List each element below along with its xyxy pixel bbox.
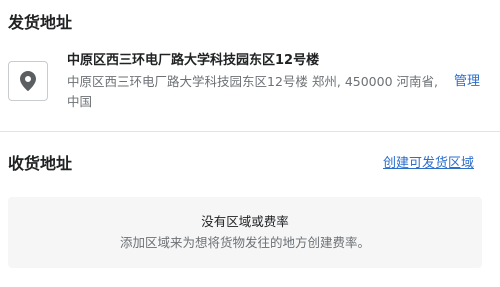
- location-pin-icon: [20, 71, 36, 91]
- origin-address-detail: 中原区西三环电厂路大学科技园东区12号楼 郑州, 450000 河南省, 中国: [67, 74, 438, 109]
- origin-section-title: 发货地址: [8, 13, 73, 32]
- destinations-section-title: 收货地址: [8, 154, 73, 173]
- location-pin-box: [8, 61, 48, 101]
- origin-address-name: 中原区西三环电厂路大学科技园东区12号楼: [67, 53, 320, 68]
- empty-state-description: 添加区域来为想将货物发往的地方创建费率。: [119, 235, 370, 250]
- manage-address-link[interactable]: 管理: [454, 73, 480, 91]
- empty-state-title: 没有区域或费率: [201, 214, 289, 229]
- section-divider: [0, 131, 500, 132]
- create-shipping-zone-link[interactable]: 创建可发货区域: [383, 155, 474, 173]
- empty-state-box: 没有区域或费率 添加区域来为想将货物发往的地方创建费率。: [8, 197, 482, 268]
